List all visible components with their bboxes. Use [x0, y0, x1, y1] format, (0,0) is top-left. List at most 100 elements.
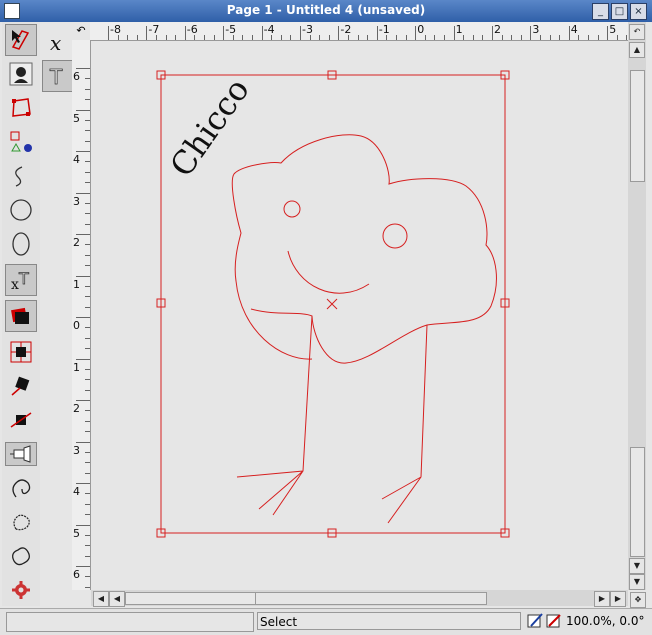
- send-forward-tool[interactable]: [5, 370, 37, 402]
- select-tool[interactable]: [5, 24, 37, 56]
- ruler-v-minor-tick: [85, 545, 90, 547]
- vertical-scrollbar[interactable]: ↶ ▲ ▼ ▼: [628, 22, 646, 590]
- ruler-v-minor-tick: [85, 327, 90, 329]
- scroll-up-button[interactable]: ▲: [629, 42, 645, 58]
- raise-lower-tool[interactable]: [5, 300, 37, 332]
- ruler-v-label: 5: [73, 111, 80, 125]
- ruler-v-minor-tick: [85, 213, 90, 215]
- shapes-icon: [10, 131, 32, 152]
- ruler-corner[interactable]: ↶: [72, 22, 90, 40]
- scroll-right-button[interactable]: ▶: [594, 591, 610, 607]
- ruler-v-label: 3: [73, 443, 80, 457]
- ruler-h-minor-tick: [444, 35, 445, 40]
- vscroll-thumb[interactable]: [630, 70, 645, 182]
- text-tool[interactable]: xT: [5, 264, 37, 296]
- pointer-icon: [9, 62, 33, 86]
- ruler-v-minor-tick: [85, 78, 90, 80]
- ruler-h-tick: [453, 26, 455, 40]
- freehand-tool[interactable]: [5, 472, 37, 504]
- ruler-v-minor-tick: [85, 140, 90, 142]
- drawing-canvas[interactable]: Chicco: [91, 41, 628, 590]
- svg-text:T: T: [49, 65, 63, 89]
- subtool-panel: x T: [40, 22, 74, 606]
- subtool-selector[interactable]: x: [42, 26, 74, 58]
- ruler-v-minor-tick: [85, 451, 90, 453]
- select-icon: [11, 30, 30, 50]
- ruler-h-minor-tick: [213, 35, 215, 40]
- scroll-bottom-icon[interactable]: ▼: [629, 574, 645, 590]
- scroll-down-button[interactable]: ▼: [629, 558, 645, 574]
- ellipse-icon: [12, 232, 30, 256]
- navigator-icon[interactable]: ✥: [630, 592, 646, 608]
- scroll-top-icon[interactable]: ↶: [629, 24, 645, 40]
- ruler-h-tick: [492, 26, 493, 40]
- smile: [287, 250, 370, 294]
- ruler-h-minor-tick: [319, 35, 321, 40]
- ruler-h-minor-tick: [578, 35, 580, 40]
- ruler-h-minor-tick: [549, 35, 551, 40]
- hscroll-thumb[interactable]: [125, 592, 257, 605]
- ruler-h-minor-tick: [252, 35, 253, 40]
- ellipse-tool[interactable]: [5, 228, 37, 260]
- rotate-icon: [11, 376, 30, 396]
- ruler-h-minor-tick: [511, 35, 513, 40]
- ruler-v-minor-tick: [85, 130, 90, 132]
- ruler-h-tick: [223, 26, 225, 40]
- pen-icon[interactable]: [526, 612, 544, 630]
- ruler-h-tick: [607, 26, 609, 40]
- canvas-svg[interactable]: Chicco: [91, 41, 628, 590]
- circle-tool[interactable]: [5, 194, 37, 226]
- fill-icon[interactable]: [545, 612, 563, 630]
- svg-text:T: T: [18, 269, 29, 288]
- ruler-v-minor-tick: [85, 368, 90, 370]
- ruler-v-minor-tick: [85, 171, 90, 173]
- ruler-v-tick: [76, 275, 90, 277]
- close-button[interactable]: ×: [630, 3, 647, 20]
- scribble-tool[interactable]: [5, 506, 37, 538]
- ruler-v-minor-tick: [85, 99, 90, 101]
- ruler-v-minor-tick: [85, 514, 90, 516]
- vscroll-thumb-lower[interactable]: [630, 447, 645, 557]
- send-backward-tool[interactable]: [5, 404, 37, 436]
- scroll-left-step-button[interactable]: ◀: [109, 591, 125, 607]
- blob-tool[interactable]: [5, 540, 37, 572]
- ruler-v-tick: [76, 400, 90, 401]
- ruler-v-label: 4: [73, 485, 80, 498]
- ruler-v-label: 1: [73, 360, 80, 374]
- align-tool[interactable]: [5, 442, 37, 466]
- maximize-button[interactable]: □: [611, 3, 628, 20]
- ruler-v-tick: [76, 109, 90, 111]
- ruler-v-minor-tick: [85, 576, 90, 578]
- subtool-text[interactable]: T: [42, 60, 74, 92]
- ruler-h-label: 4: [570, 23, 578, 36]
- ruler-v-minor-tick: [85, 348, 90, 350]
- minimize-button[interactable]: _: [592, 3, 609, 20]
- hscroll-track[interactable]: [255, 592, 487, 605]
- shapes-tool[interactable]: [5, 126, 37, 158]
- scroll-left-button[interactable]: ◀: [93, 591, 109, 607]
- settings-tool[interactable]: [5, 574, 37, 606]
- ruler-v-minor-tick: [85, 586, 90, 588]
- scroll-right-step-button[interactable]: ▶: [610, 591, 626, 607]
- freehand-icon: [12, 479, 31, 498]
- right-eye: [382, 223, 408, 249]
- ruler-h-label: 3: [532, 23, 540, 36]
- ruler-h-minor-tick: [559, 35, 561, 40]
- bring-to-front-tool[interactable]: [5, 336, 37, 368]
- node-edit-tool[interactable]: [5, 58, 37, 90]
- left-leg: [236, 315, 313, 516]
- ruler-h-label: -3: [302, 23, 313, 36]
- flashlight-icon: [10, 445, 31, 463]
- drawing-label[interactable]: Chicco: [162, 71, 256, 183]
- ruler-h-minor-tick: [463, 35, 465, 40]
- rectangle-tool[interactable]: [5, 92, 37, 124]
- horizontal-scrollbar[interactable]: ◀ ◀ ▶ ▶: [91, 590, 628, 607]
- ruler-v-minor-tick: [85, 503, 90, 505]
- spline-tool[interactable]: [5, 160, 37, 192]
- ruler-h-minor-tick: [328, 35, 330, 40]
- ruler-h-minor-tick: [136, 35, 138, 40]
- ruler-v-label: 3: [73, 194, 80, 208]
- ruler-h-label: -4: [263, 23, 275, 36]
- blob-icon: [12, 547, 30, 566]
- ruler-v-minor-tick: [85, 379, 90, 381]
